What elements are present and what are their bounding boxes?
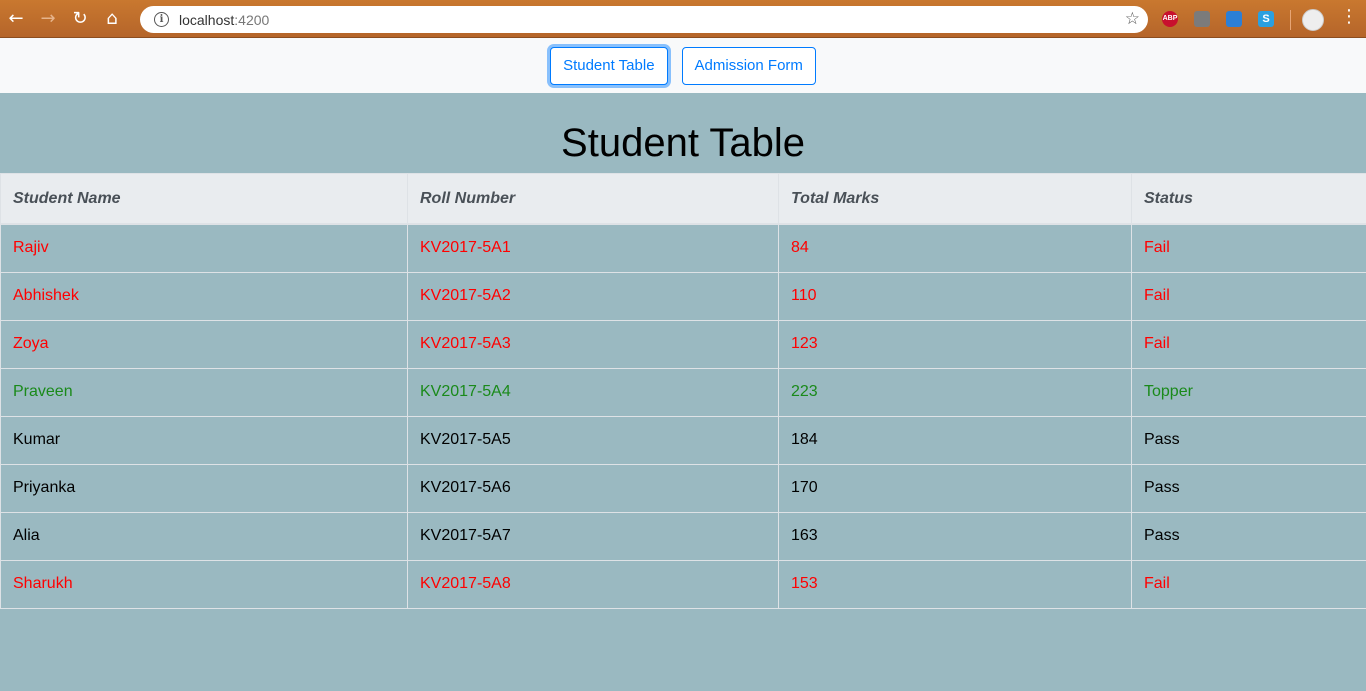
table-row: Zoya KV2017-5A3 123 Fail bbox=[0, 319, 1366, 369]
cell-total-marks: 163 bbox=[778, 511, 1132, 561]
table-row: Kumar KV2017-5A5 184 Pass bbox=[0, 415, 1366, 465]
cell-total-marks: 110 bbox=[778, 271, 1132, 321]
page-nav: Student Table Admission Form bbox=[0, 38, 1366, 93]
cell-status: Topper bbox=[1131, 367, 1366, 417]
cell-roll-number: KV2017-5A2 bbox=[407, 271, 779, 321]
profile-avatar-icon[interactable] bbox=[1302, 9, 1324, 31]
cell-roll-number: KV2017-5A7 bbox=[407, 511, 779, 561]
home-icon[interactable]: ⌂ bbox=[96, 3, 128, 35]
admission-form-button[interactable]: Admission Form bbox=[681, 46, 816, 85]
cell-student-name: Priyanka bbox=[0, 463, 408, 513]
cell-student-name: Zoya bbox=[0, 319, 408, 369]
cell-total-marks: 84 bbox=[778, 223, 1132, 273]
cell-roll-number: KV2017-5A5 bbox=[407, 415, 779, 465]
table-row: Abhishek KV2017-5A2 110 Fail bbox=[0, 271, 1366, 321]
table-row: Alia KV2017-5A7 163 Pass bbox=[0, 511, 1366, 561]
student-table-button[interactable]: Student Table bbox=[550, 46, 668, 85]
kebab-menu-icon[interactable]: ⋮ bbox=[1340, 7, 1358, 27]
skype-extension-icon[interactable]: S bbox=[1258, 11, 1274, 27]
table-row: Praveen KV2017-5A4 223 Topper bbox=[0, 367, 1366, 417]
cell-roll-number: KV2017-5A6 bbox=[407, 463, 779, 513]
cell-total-marks: 184 bbox=[778, 415, 1132, 465]
cell-total-marks: 170 bbox=[778, 463, 1132, 513]
browser-toolbar: ← → ↻ ⌂ i localhost:4200 ☆ ABP S ⋮ bbox=[0, 0, 1366, 38]
cell-status: Pass bbox=[1131, 415, 1366, 465]
table-row: Priyanka KV2017-5A6 170 Pass bbox=[0, 463, 1366, 513]
extension-icon[interactable] bbox=[1226, 11, 1242, 27]
cell-status: Fail bbox=[1131, 223, 1366, 273]
cell-status: Fail bbox=[1131, 319, 1366, 369]
adblock-extension-icon[interactable]: ABP bbox=[1162, 11, 1178, 27]
cell-total-marks: 123 bbox=[778, 319, 1132, 369]
address-bar[interactable]: i localhost:4200 ☆ bbox=[140, 6, 1148, 33]
cell-student-name: Alia bbox=[0, 511, 408, 561]
cell-roll-number: KV2017-5A1 bbox=[407, 223, 779, 273]
cell-status: Fail bbox=[1131, 271, 1366, 321]
cell-student-name: Praveen bbox=[0, 367, 408, 417]
page-title: Student Table bbox=[561, 121, 805, 165]
cell-total-marks: 153 bbox=[778, 559, 1132, 609]
table-header-row: Student Name Roll Number Total Marks Sta… bbox=[0, 173, 1366, 225]
cell-roll-number: KV2017-5A8 bbox=[407, 559, 779, 609]
extension-icon[interactable] bbox=[1194, 11, 1210, 27]
cell-status: Fail bbox=[1131, 559, 1366, 609]
reload-icon[interactable]: ↻ bbox=[64, 3, 96, 35]
toolbar-divider bbox=[1290, 10, 1291, 30]
column-header-total-marks: Total Marks bbox=[778, 173, 1132, 225]
table-row: Sharukh KV2017-5A8 153 Fail bbox=[0, 559, 1366, 609]
column-header-student-name: Student Name bbox=[0, 173, 408, 225]
url-text: localhost:4200 bbox=[179, 11, 270, 28]
info-icon[interactable]: i bbox=[154, 12, 169, 27]
cell-student-name: Abhishek bbox=[0, 271, 408, 321]
cell-total-marks: 223 bbox=[778, 367, 1132, 417]
back-arrow-icon[interactable]: ← bbox=[0, 3, 32, 35]
cell-status: Pass bbox=[1131, 511, 1366, 561]
cell-roll-number: KV2017-5A4 bbox=[407, 367, 779, 417]
table-row: Rajiv KV2017-5A1 84 Fail bbox=[0, 223, 1366, 273]
column-header-status: Status bbox=[1131, 173, 1366, 225]
student-table: Student Name Roll Number Total Marks Sta… bbox=[0, 173, 1366, 609]
forward-arrow-icon[interactable]: → bbox=[32, 3, 64, 35]
cell-roll-number: KV2017-5A3 bbox=[407, 319, 779, 369]
cell-student-name: Rajiv bbox=[0, 223, 408, 273]
cell-status: Pass bbox=[1131, 463, 1366, 513]
bookmark-star-icon[interactable]: ☆ bbox=[1125, 9, 1140, 29]
cell-student-name: Sharukh bbox=[0, 559, 408, 609]
column-header-roll-number: Roll Number bbox=[407, 173, 779, 225]
cell-student-name: Kumar bbox=[0, 415, 408, 465]
